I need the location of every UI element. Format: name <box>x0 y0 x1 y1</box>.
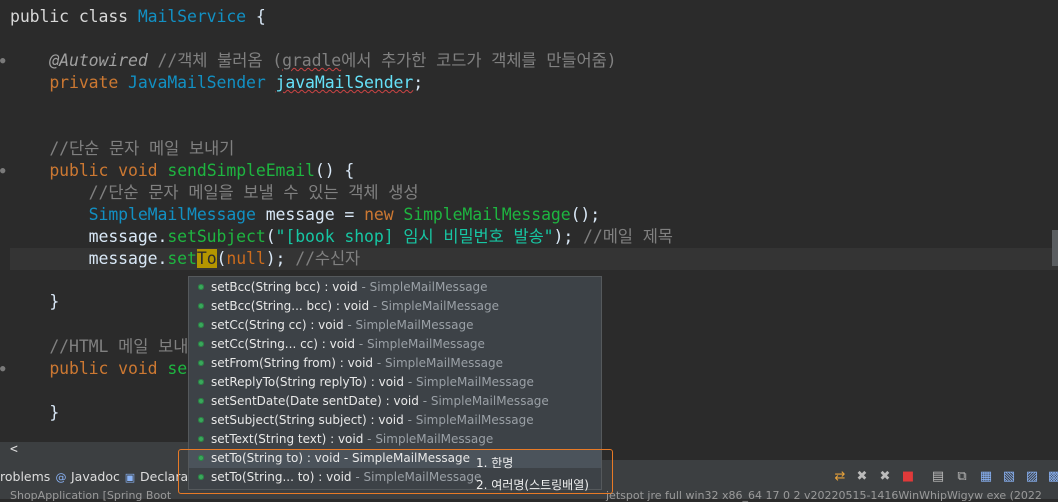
remove-all-icon[interactable]: ✖ <box>877 469 893 485</box>
code-line-comment-html[interactable]: //HTML 메일 보내 <box>10 336 188 358</box>
status-launch-name: ShopApplication [Spring Boot <box>10 489 172 502</box>
selected-identifier[interactable]: To <box>196 249 217 268</box>
tab-problems[interactable]: roblems <box>0 469 50 484</box>
code-line-method-decl[interactable]: public void sendSimpleEmail() { <box>10 160 354 182</box>
display-console-icon[interactable]: ▩ <box>1046 469 1058 485</box>
fold-marker-icon[interactable]: ● <box>0 365 8 374</box>
list-item[interactable]: setCc(String cc) : void - SimpleMailMess… <box>189 316 473 335</box>
word-wrap-icon[interactable]: ▧ <box>1001 469 1017 485</box>
code-line-comment-create[interactable]: //단순 문자 메일을 보낼 수 있는 객체 생성 <box>10 182 419 204</box>
status-jre-path: jetspot jre full win32 x86_64 17 0 2 v20… <box>606 489 1042 502</box>
code-line-new-message[interactable]: SimpleMailMessage message = new SimpleMa… <box>10 204 601 226</box>
public-method-icon <box>198 322 204 328</box>
code-line-close-brace-2[interactable]: } <box>10 402 59 424</box>
list-item[interactable]: setBcc(String bcc) : void - SimpleMailMe… <box>189 278 488 297</box>
list-item[interactable]: setCc(String... cc) : void - SimpleMailM… <box>189 335 485 354</box>
terminate-icon[interactable]: ■ <box>900 469 916 485</box>
code-line-html-method[interactable]: public void send <box>10 358 206 380</box>
list-item[interactable]: setFrom(String from) : void - SimpleMail… <box>189 354 503 373</box>
public-method-icon <box>198 398 204 404</box>
code-line-close-brace[interactable]: } <box>10 291 59 313</box>
code-line-set-to[interactable]: message.setTo(null); //수신자 <box>10 248 360 270</box>
list-item[interactable]: setReplyTo(String replyTo) : void - Simp… <box>189 373 534 392</box>
public-method-icon <box>198 436 204 442</box>
clear-console-icon[interactable]: ⧉ <box>954 469 970 485</box>
list-item[interactable]: setBcc(String... bcc) : void - SimpleMai… <box>189 297 499 316</box>
code-line-autowired[interactable]: @Autowired //객체 불러옴 (gradle에서 추가한 코드가 객체… <box>10 50 616 72</box>
code-line-field[interactable]: private JavaMailSender javaMailSender; <box>10 72 423 94</box>
fold-marker-icon[interactable]: ● <box>0 57 8 66</box>
sync-icon[interactable]: ⇄ <box>832 469 848 485</box>
annotation-note-many: 2. 여러명(스트링배열) <box>476 478 589 492</box>
remove-launch-icon[interactable]: ✖ <box>854 469 870 485</box>
console-icon[interactable]: ▤ <box>930 469 946 485</box>
scroll-left-icon[interactable]: < <box>10 442 18 457</box>
code-line-set-subject[interactable]: message.setSubject("[book shop] 임시 비밀번호 … <box>10 226 673 248</box>
code-line-class-decl[interactable]: public class MailService { <box>10 6 266 28</box>
public-method-icon <box>198 417 204 423</box>
scroll-lock-icon[interactable]: ▦ <box>978 469 994 485</box>
list-item[interactable]: setSubject(String subject) : void - Simp… <box>189 411 534 430</box>
list-item[interactable]: setSentDate(Date sentDate) : void - Simp… <box>189 392 549 411</box>
code-line-comment-simple[interactable]: //단순 문자 메일 보내기 <box>10 138 234 160</box>
public-method-icon <box>198 379 204 385</box>
list-item[interactable]: setText(String text) : void - SimpleMail… <box>189 430 493 449</box>
annotation-note-one: 1. 한명 <box>476 456 514 470</box>
fold-marker-icon[interactable]: ● <box>0 167 8 176</box>
public-method-icon <box>198 360 204 366</box>
declaration-icon: ▣ <box>124 471 136 484</box>
tab-javadoc[interactable]: @ Javadoc <box>55 469 120 484</box>
public-method-icon <box>198 341 204 347</box>
vertical-scrollbar[interactable] <box>1052 230 1058 266</box>
horizontal-scrollbar[interactable]: < <box>0 442 188 460</box>
public-method-icon <box>198 303 204 309</box>
pin-console-icon[interactable]: ▨ <box>1024 469 1040 485</box>
public-method-icon <box>198 284 204 290</box>
javadoc-icon: @ <box>55 471 67 484</box>
